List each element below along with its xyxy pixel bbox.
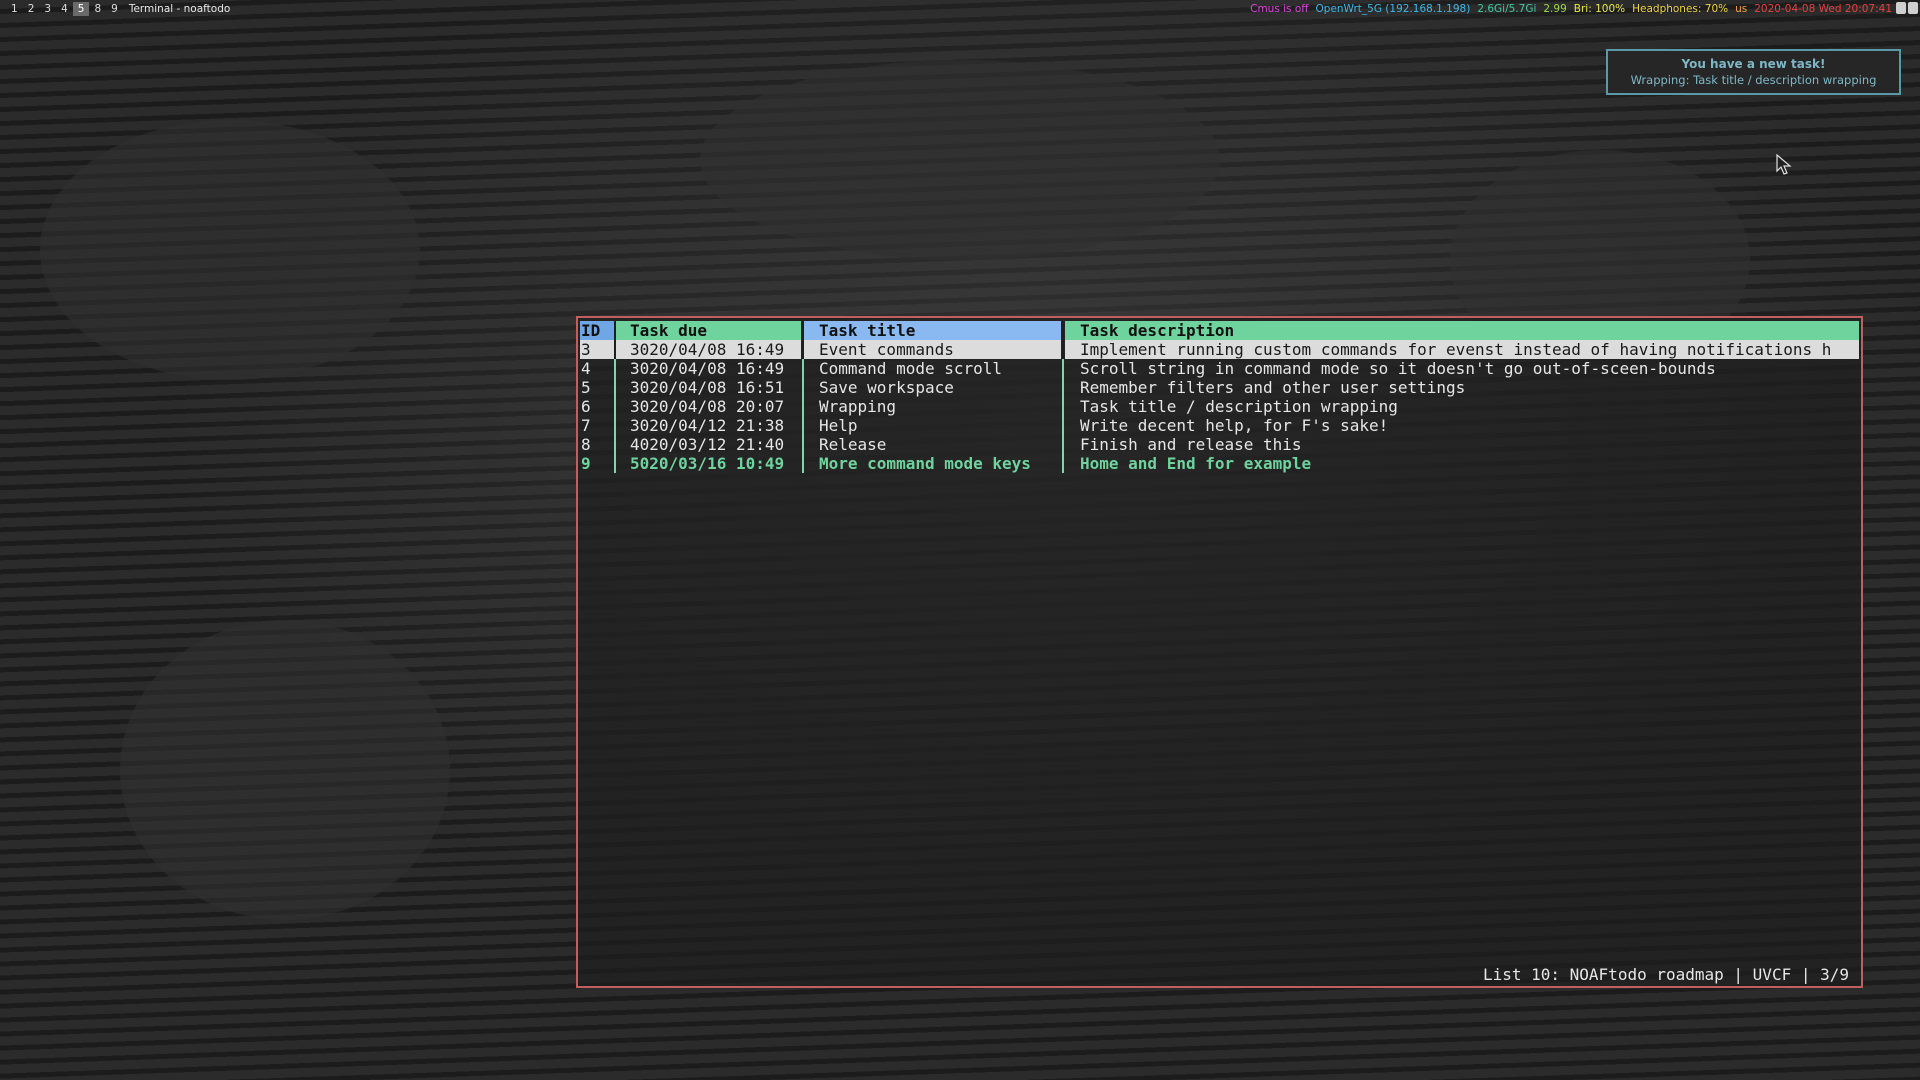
task-row-selected[interactable]: 3 3020/04/08 16:49 Event commands Implement… bbox=[580, 340, 1859, 359]
column-header-title: Task title bbox=[804, 321, 1061, 340]
status-line: List 10: NOAFtodo roadmap | UVCF | 3/9 bbox=[1482, 965, 1849, 984]
task-id: 6 bbox=[581, 397, 591, 416]
task-row[interactable]: 4 3020/04/08 16:49 Command mode scroll Scro… bbox=[580, 359, 1859, 378]
task-title: Event commands bbox=[804, 340, 1061, 359]
mouse-pointer-icon bbox=[1776, 154, 1792, 175]
status-bar: 1 2 3 4 5 8 9 Terminal - noaftodo Cmus i… bbox=[0, 0, 1920, 18]
task-due: 3020/04/08 16:51 bbox=[630, 378, 785, 397]
table-header: ID Task due Task title Task description bbox=[580, 321, 1859, 340]
task-description: Home and End for example bbox=[1080, 454, 1312, 473]
task-id: 5 bbox=[581, 378, 591, 397]
task-description: Scroll string in command mode so it does… bbox=[1080, 359, 1716, 378]
column-separator bbox=[1062, 397, 1064, 416]
brightness-status: Bri: 100% bbox=[1573, 3, 1626, 15]
task-title: Command mode scroll bbox=[819, 359, 1003, 378]
task-due: 3020/04/08 16:49 bbox=[630, 359, 785, 378]
task-description: Write decent help, for F's sake! bbox=[1080, 416, 1389, 435]
task-id: 9 bbox=[581, 454, 591, 473]
sync-icon[interactable] bbox=[1896, 2, 1906, 14]
task-id: 4 bbox=[581, 359, 591, 378]
clock-status: 2020-04-08 Wed 20:07:41 bbox=[1754, 3, 1892, 15]
column-separator bbox=[1062, 454, 1064, 473]
workspace-9[interactable]: 9 bbox=[106, 2, 123, 16]
workspace-2[interactable]: 2 bbox=[23, 2, 40, 16]
volume-status: Headphones: 70% bbox=[1632, 3, 1729, 15]
workspace-8[interactable]: 8 bbox=[89, 2, 106, 16]
column-separator bbox=[1062, 378, 1064, 397]
focused-window-title: Terminal - noaftodo bbox=[128, 3, 231, 15]
column-header-due: Task due bbox=[616, 321, 801, 340]
notification-popup[interactable]: You have a new task! Wrapping: Task titl… bbox=[1606, 49, 1901, 95]
task-title: More command mode keys bbox=[819, 454, 1031, 473]
column-separator bbox=[1062, 340, 1064, 359]
workspace-switcher: 1 2 3 4 5 8 9 Terminal - noaftodo bbox=[6, 0, 230, 18]
column-separator bbox=[1062, 416, 1064, 435]
task-row[interactable]: 5 3020/04/08 16:51 Save workspace Remember … bbox=[580, 378, 1859, 397]
task-id: 7 bbox=[581, 416, 591, 435]
system-tray bbox=[1896, 2, 1918, 14]
terminal-window[interactable]: ID Task due Task title Task description … bbox=[576, 316, 1863, 988]
workspace-5-active[interactable]: 5 bbox=[72, 2, 90, 16]
task-due: 3020/04/08 20:07 bbox=[630, 397, 785, 416]
column-header-id: ID bbox=[580, 321, 614, 340]
column-separator bbox=[1062, 321, 1064, 340]
wallpaper-shape bbox=[120, 620, 450, 920]
task-title: Wrapping bbox=[819, 397, 897, 416]
task-description: Finish and release this bbox=[1080, 435, 1302, 454]
notification-title: You have a new task! bbox=[1681, 57, 1826, 71]
task-title: Release bbox=[819, 435, 887, 454]
column-separator bbox=[1062, 435, 1064, 454]
task-due: 3020/04/12 21:38 bbox=[630, 416, 785, 435]
task-row[interactable]: 7 3020/04/12 21:38 Help Write decent help, … bbox=[580, 416, 1859, 435]
column-header-description: Task description bbox=[1065, 321, 1859, 340]
workspace-1[interactable]: 1 bbox=[6, 2, 23, 16]
cmus-status: Cmus is off bbox=[1250, 3, 1309, 15]
keyboard-layout-status: us bbox=[1735, 3, 1748, 15]
wallpaper-shape bbox=[700, 60, 1220, 260]
task-row[interactable]: 6 3020/04/08 20:07 Wrapping Task title / de… bbox=[580, 397, 1859, 416]
task-due: 4020/03/12 21:40 bbox=[630, 435, 785, 454]
task-title: Help bbox=[819, 416, 858, 435]
task-description: Remember filters and other user settings bbox=[1080, 378, 1466, 397]
task-title: Save workspace bbox=[819, 378, 954, 397]
workspace-3[interactable]: 3 bbox=[39, 2, 56, 16]
task-due: 3020/04/08 16:49 bbox=[616, 340, 801, 359]
notification-body: Wrapping: Task title / description wrapp… bbox=[1630, 73, 1877, 87]
column-separator bbox=[1062, 359, 1064, 378]
load-status: 2.99 bbox=[1543, 3, 1567, 15]
workspace-4[interactable]: 4 bbox=[56, 2, 73, 16]
task-id: 3 bbox=[580, 340, 614, 359]
memory-status: 2.6Gi/5.7Gi bbox=[1477, 3, 1537, 15]
task-row[interactable]: 9 5020/03/16 10:49 More command mode keys H… bbox=[580, 454, 1859, 473]
network-tray-icon[interactable] bbox=[1908, 2, 1918, 14]
task-row[interactable]: 8 4020/03/12 21:40 Release Finish and relea… bbox=[580, 435, 1859, 454]
status-blocks: Cmus is off OpenWrt_5G (192.168.1.198) 2… bbox=[1250, 0, 1892, 18]
network-status: OpenWrt_5G (192.168.1.198) bbox=[1315, 3, 1471, 15]
wallpaper-shape bbox=[40, 120, 420, 380]
task-id: 8 bbox=[581, 435, 591, 454]
task-due: 5020/03/16 10:49 bbox=[630, 454, 785, 473]
task-description: Task title / description wrapping bbox=[1080, 397, 1398, 416]
task-description: Implement running custom commands for ev… bbox=[1065, 340, 1859, 359]
